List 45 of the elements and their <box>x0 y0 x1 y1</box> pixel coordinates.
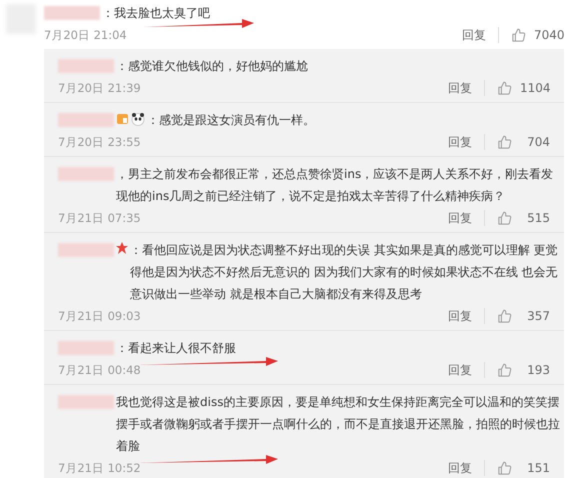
thumbs-up-icon[interactable] <box>497 460 512 476</box>
comment-text: 我也觉得这是被diss的主要原因，要是单纯想和女生保持距离完全可以温和的笑笑摆摆手或者微鞠躬或者手摆开一点啊什么的，而不是直接退开还黑脸，拍照的时候也拉着脸 <box>116 394 560 455</box>
comment-text: ：看起来让人很不舒服 <box>116 340 237 357</box>
reply-link[interactable]: 回复 <box>448 308 485 324</box>
thumbs-up-icon[interactable] <box>497 362 512 378</box>
blurred-username <box>58 167 114 181</box>
comment-text: ：感觉是跟这女演员有仇一样。 <box>147 112 316 129</box>
comment-time: 7月21日 00:48 <box>58 362 141 378</box>
thumbs-up-icon[interactable] <box>511 28 526 42</box>
blurred-username <box>58 59 114 73</box>
panda-icon <box>131 112 145 126</box>
comment-text: ：看他回应说是因为状态调整不好出现的失误 其实如果是真的感觉可以理解 更觉得他是因为状态不好然后无意识的 因为我们大家有的时候如果状态不在线 也会无意识做出一些举动 就是根本自己大脑都没有来得及思考 <box>130 242 559 303</box>
reply-link[interactable]: 回复 <box>448 134 485 150</box>
reply-link[interactable]: 回复 <box>448 460 485 476</box>
like-count: 193 <box>526 362 550 378</box>
comment-time: 7月21日 09:03 <box>58 308 141 324</box>
reply-link[interactable]: 回复 <box>448 210 485 226</box>
like-count: 151 <box>526 460 550 476</box>
thumbs-up-icon[interactable] <box>497 210 512 226</box>
like-count: 704 <box>526 134 550 150</box>
comment-time: 7月21日 10:52 <box>58 460 141 476</box>
blurred-username <box>58 113 114 127</box>
comment-text: ：我去脸也太臭了吧 <box>102 5 211 22</box>
blurred-username <box>58 243 114 257</box>
like-count: 7040 <box>534 27 564 43</box>
like-count: 1104 <box>520 80 550 96</box>
comment-time: 7月20日 21:04 <box>44 27 127 43</box>
like-count: 357 <box>526 308 550 324</box>
comment-text: ：感觉谁欠他钱似的，好他妈的尴尬 <box>116 58 309 75</box>
comment-time: 7月21日 07:35 <box>58 210 141 226</box>
like-count: 515 <box>526 210 550 226</box>
blurred-username <box>44 6 100 20</box>
comment-text: ，男主之前发布会都很正常，还总点赞徐贤ins，应该不是两人关系不好，刚去看发现他的ins几周之前已经注销了，说不定是拍戏太辛苦得了什么精神疾病？ <box>116 166 554 205</box>
thumbs-up-icon[interactable] <box>497 308 512 324</box>
medal-icon <box>116 112 129 125</box>
star-icon <box>116 242 128 254</box>
reply-link[interactable]: 回复 <box>462 27 499 43</box>
comment-time: 7月20日 23:55 <box>58 134 141 150</box>
thumbs-up-icon[interactable] <box>497 80 512 96</box>
reply-link[interactable]: 回复 <box>448 362 485 378</box>
reply-link[interactable]: 回复 <box>448 80 485 96</box>
blurred-username <box>58 395 114 409</box>
comment-time: 7月20日 21:39 <box>58 80 141 96</box>
thumbs-up-icon[interactable] <box>497 134 512 150</box>
blurred-username <box>58 341 114 355</box>
